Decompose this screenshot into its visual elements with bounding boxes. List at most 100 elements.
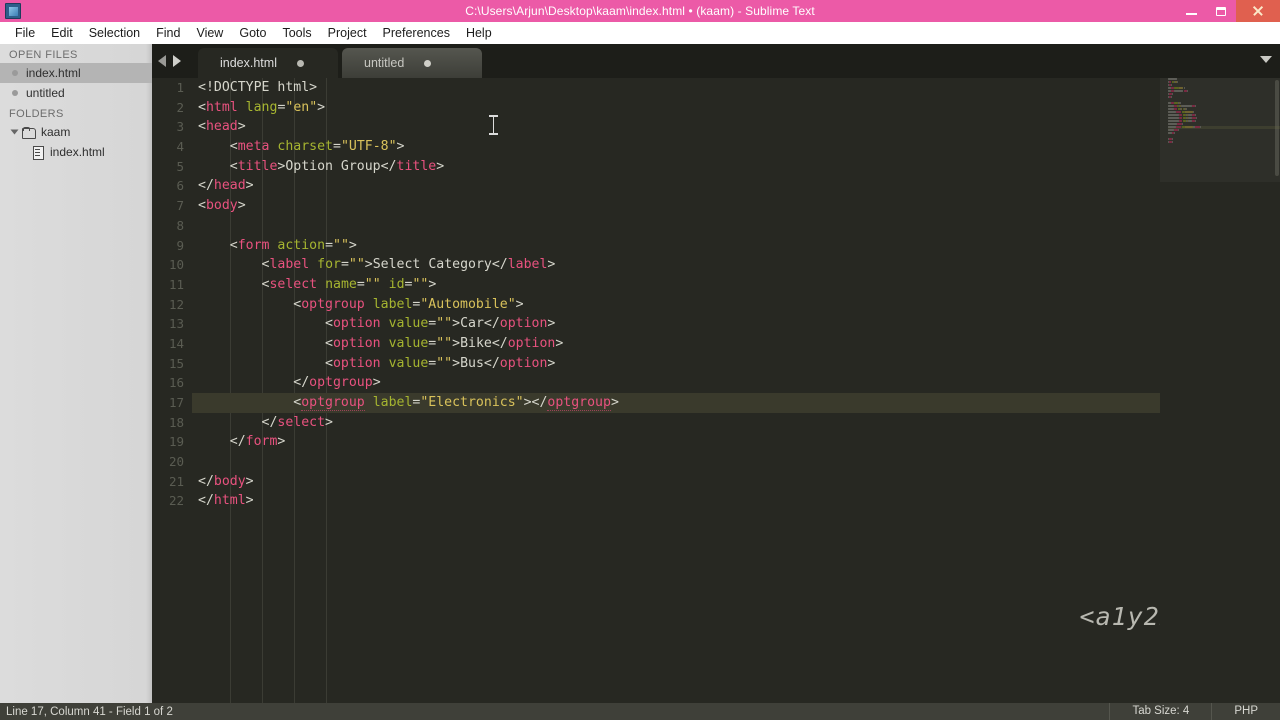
code-token: >Option Group</ xyxy=(277,158,397,174)
tab-navigation xyxy=(158,44,181,78)
line-number: 1 xyxy=(176,80,184,95)
folder-item[interactable]: kaam xyxy=(0,122,152,142)
code-line[interactable]: <body> xyxy=(192,196,1280,216)
minimap-token xyxy=(1168,120,1179,122)
code-token: >Car</ xyxy=(452,316,500,332)
menu-item-tools[interactable]: Tools xyxy=(274,22,319,44)
minimap-token xyxy=(1168,123,1177,125)
minimap-token xyxy=(1174,87,1179,89)
code-token: > xyxy=(547,355,556,371)
code-token: = xyxy=(333,139,341,155)
code-token: >Bike</ xyxy=(452,335,508,351)
line-number: 6 xyxy=(176,178,184,194)
maximize-restore-button[interactable] xyxy=(1206,0,1236,22)
tab-dirty-indicator[interactable] xyxy=(296,59,304,67)
menu-item-find[interactable]: Find xyxy=(148,22,188,44)
code-line[interactable]: <optgroup label="Automobile"> xyxy=(192,295,1280,315)
line-number-gutter: 1 2 3 4 5 6 7 8 9 10 11 12 13 14 15 16 17 18 19 20 21 22 xyxy=(152,78,192,703)
menu-item-selection[interactable]: Selection xyxy=(81,22,148,44)
line-number: 21 xyxy=(168,473,184,489)
folder-file-item[interactable]: index.html xyxy=(0,142,152,162)
menu-item-file[interactable]: File xyxy=(7,22,43,44)
code-token: "Electronics" xyxy=(420,395,524,410)
minimap-token xyxy=(1200,126,1202,128)
menu-item-view[interactable]: View xyxy=(188,22,231,44)
tab-index-html[interactable]: index.html xyxy=(198,48,338,78)
code-token: < xyxy=(198,316,333,332)
code-token: < xyxy=(198,198,206,214)
code-line[interactable]: <select name="" id=""> xyxy=(192,275,1280,295)
open-files-list: index.html untitled xyxy=(0,63,152,103)
minimap-token xyxy=(1187,120,1192,122)
minimap[interactable] xyxy=(1160,78,1280,703)
code-line[interactable]: <html lang="en"> xyxy=(192,98,1280,118)
menu-item-project[interactable]: Project xyxy=(320,22,375,44)
code-token: = xyxy=(340,257,349,273)
chevron-down-icon[interactable] xyxy=(1260,56,1272,63)
code-token: > xyxy=(317,99,326,115)
code-token: > xyxy=(372,375,381,391)
folder-file-label: index.html xyxy=(50,145,105,159)
open-file-item[interactable]: untitled xyxy=(0,83,152,103)
code-line[interactable] xyxy=(192,452,1280,472)
open-file-item[interactable]: index.html xyxy=(0,63,152,83)
code-line[interactable]: </optgroup> xyxy=(192,373,1280,393)
menu-item-edit[interactable]: Edit xyxy=(43,22,81,44)
code-token: head xyxy=(213,178,246,194)
code-line[interactable] xyxy=(192,216,1280,236)
tab-size-status[interactable]: Tab Size: 4 xyxy=(1109,703,1211,720)
code-token: </ xyxy=(198,414,278,430)
code-line[interactable]: <meta charset="UTF-8"> xyxy=(192,137,1280,157)
minimap-token xyxy=(1168,81,1172,83)
code-line[interactable]: <!DOCTYPE html> xyxy=(192,78,1280,98)
code-line[interactable]: </head> xyxy=(192,176,1280,196)
minimap-token xyxy=(1168,78,1178,80)
code-line[interactable]: </body> xyxy=(192,472,1280,492)
code-token: optgroup xyxy=(309,375,373,391)
code-editor[interactable]: 1 2 3 4 5 6 7 8 9 10 11 12 13 14 15 16 17 18 19 20 21 22 <!DO… xyxy=(152,78,1280,703)
code-token: select xyxy=(269,276,318,292)
code-line[interactable]: <option value="">Car</option> xyxy=(192,314,1280,334)
code-line[interactable]: <head> xyxy=(192,117,1280,137)
code-token: < xyxy=(198,355,333,371)
arrow-left-icon[interactable] xyxy=(158,55,166,67)
code-token: > xyxy=(245,178,254,194)
minimap-token xyxy=(1176,111,1181,113)
code-line[interactable]: <optgroup label="Electronics"></optgroup… xyxy=(192,393,1280,413)
minimap-token xyxy=(1185,108,1187,110)
code-line[interactable]: <label for="">Select Category</label> xyxy=(192,255,1280,275)
minimap-token xyxy=(1168,114,1179,116)
code-line[interactable]: </select> xyxy=(192,413,1280,433)
minimap-token xyxy=(1176,126,1181,128)
code-token: > xyxy=(436,158,445,174)
close-button[interactable] xyxy=(1236,0,1280,22)
sublime-text-icon xyxy=(5,3,21,19)
code-line[interactable]: <option value="">Bike</option> xyxy=(192,334,1280,354)
code-token: meta xyxy=(237,139,270,155)
menu-item-help[interactable]: Help xyxy=(458,22,500,44)
code-line[interactable]: <form action=""> xyxy=(192,236,1280,256)
code-line[interactable]: </html> xyxy=(192,491,1280,511)
code-line[interactable]: </form> xyxy=(192,432,1280,452)
code-token: > xyxy=(237,198,246,214)
minimize-button[interactable] xyxy=(1176,0,1206,22)
chevron-down-icon[interactable] xyxy=(10,129,19,135)
menu-item-preferences[interactable]: Preferences xyxy=(375,22,458,44)
code-line[interactable]: <title>Option Group</title> xyxy=(192,157,1280,177)
tab-bar: index.html untitled xyxy=(152,44,1280,78)
minimap-token xyxy=(1171,87,1174,89)
menu-item-goto[interactable]: Goto xyxy=(231,22,274,44)
folder-open-icon xyxy=(22,126,36,139)
arrow-right-icon[interactable] xyxy=(173,55,181,67)
tab-untitled[interactable]: untitled xyxy=(342,48,482,78)
code-token: < xyxy=(198,237,238,253)
code-token: >Bus</ xyxy=(452,355,500,371)
code-token: label xyxy=(372,395,413,410)
code-token: charset xyxy=(277,139,333,155)
language-status[interactable]: PHP xyxy=(1211,703,1280,720)
tab-dirty-indicator[interactable] xyxy=(424,59,432,67)
code-line[interactable]: <option value="">Bus</option> xyxy=(192,354,1280,374)
